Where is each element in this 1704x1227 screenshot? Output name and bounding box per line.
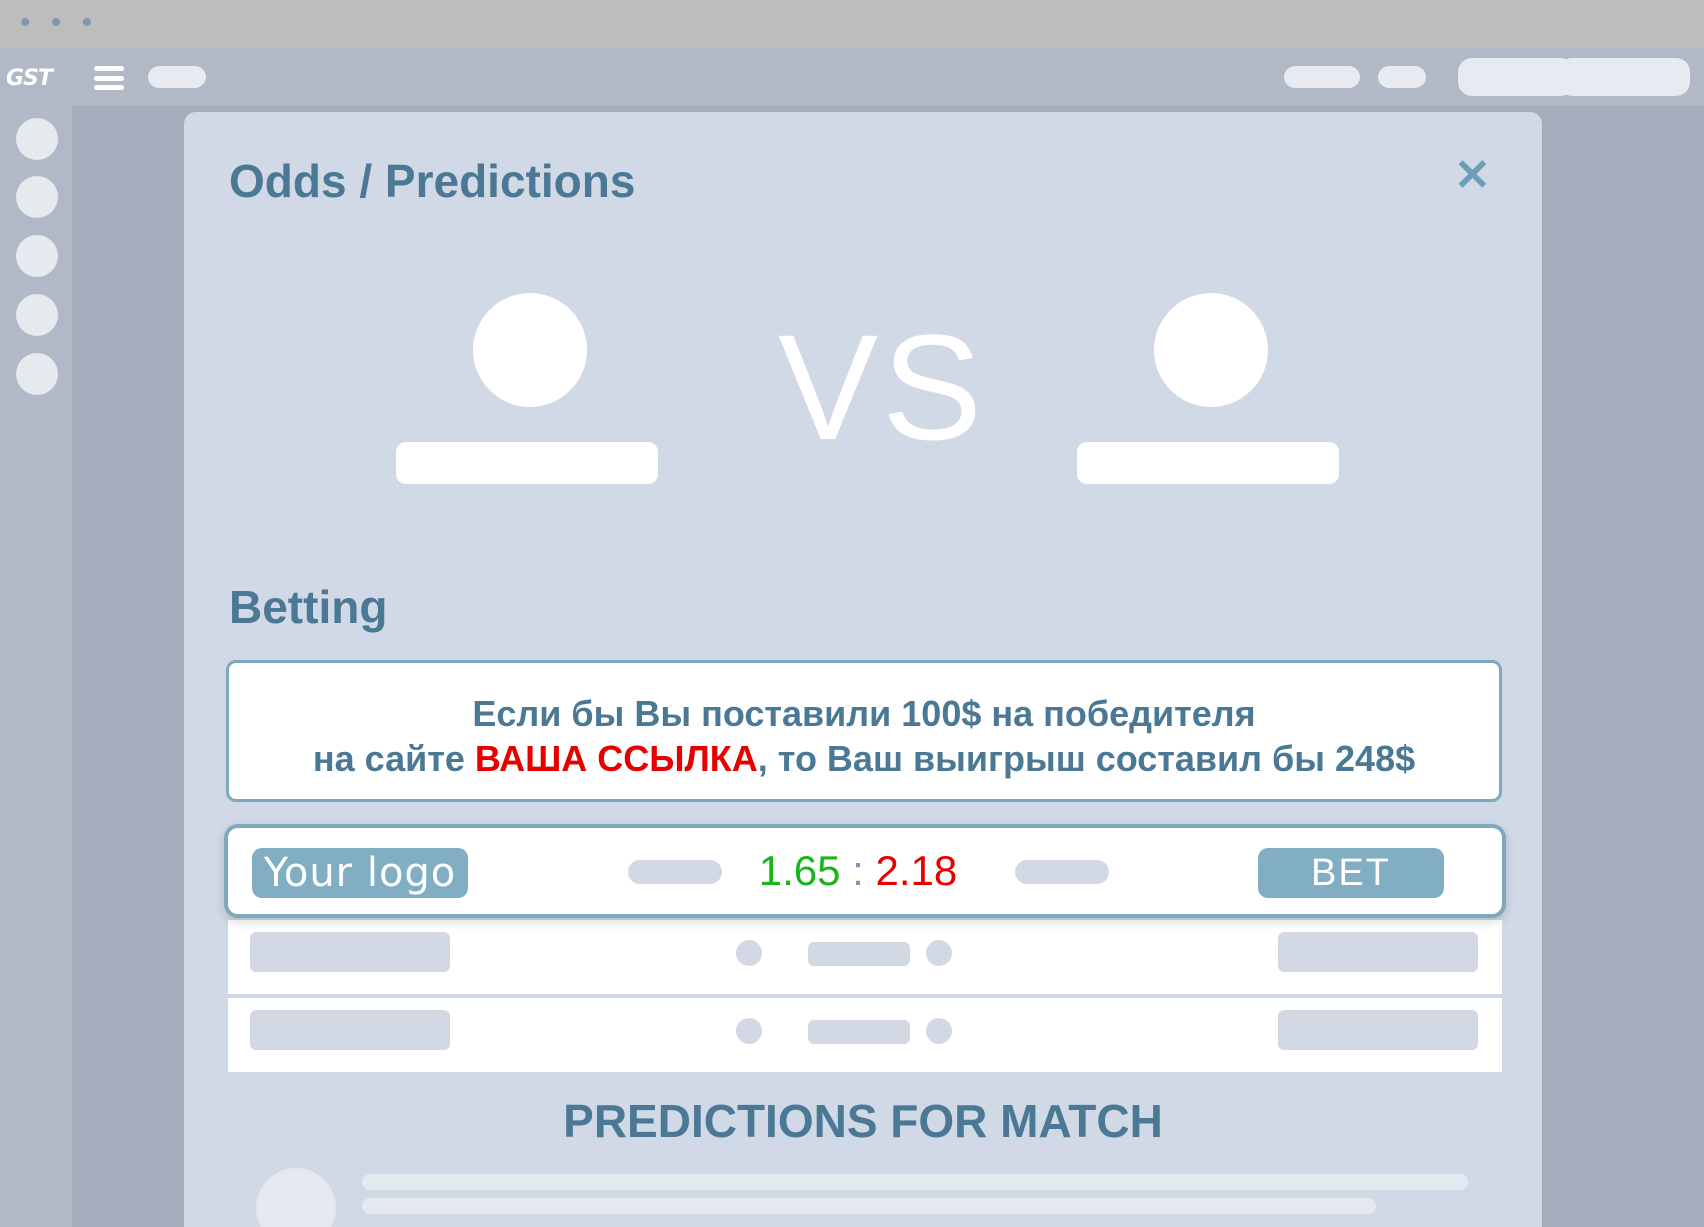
hamburger-icon[interactable] [94, 66, 124, 90]
predictions-title: PREDICTIONS FOR MATCH [563, 1095, 1163, 1147]
odds-placeholder [1015, 860, 1109, 884]
vs-label: VS [778, 303, 987, 471]
sidebar-item[interactable] [16, 176, 58, 218]
bookmaker-logo[interactable]: Your logo [252, 848, 468, 898]
close-icon[interactable]: ✕ [1454, 154, 1491, 198]
nav-button-placeholder[interactable] [1458, 58, 1574, 96]
team-home-name [396, 442, 658, 484]
row-placeholder [808, 942, 910, 966]
row-dot [926, 940, 952, 966]
prediction-text-placeholder [362, 1198, 1376, 1214]
odds-placeholder [628, 860, 722, 884]
nav-placeholder[interactable] [148, 66, 206, 88]
row-placeholder [808, 1020, 910, 1044]
odds-home: 1.65 [758, 847, 841, 894]
modal-title: Odds / Predictions [229, 155, 636, 207]
sidebar-item[interactable] [16, 353, 58, 395]
row-placeholder [250, 932, 450, 972]
nav-placeholder[interactable] [1378, 66, 1426, 88]
prediction-text-placeholder [362, 1174, 1468, 1190]
row-placeholder [1278, 932, 1478, 972]
odds-row-featured: Your logo 1.65 : 2.18 BET [224, 824, 1506, 918]
betting-info-box: Если бы Вы поставили 100$ на победителя … [226, 660, 1502, 802]
team-home-avatar [473, 293, 587, 407]
sidebar-item[interactable] [16, 235, 58, 277]
left-sidebar [0, 106, 72, 1227]
prediction-author-avatar [256, 1168, 336, 1227]
info-line-2: на сайте ВАША ССЫЛКА, то Ваш выигрыш сос… [229, 736, 1499, 781]
window-dots: • • • [20, 6, 99, 39]
top-navbar: GST [0, 48, 1704, 106]
odds-list-row[interactable] [228, 998, 1502, 1072]
bet-button[interactable]: BET [1258, 848, 1444, 898]
odds-away: 2.18 [875, 847, 958, 894]
row-dot [736, 940, 762, 966]
info-text: , то Ваш выигрыш составил бы 248$ [757, 738, 1416, 779]
sidebar-item[interactable] [16, 294, 58, 336]
row-dot [736, 1018, 762, 1044]
odds-predictions-modal: Odds / Predictions ✕ VS Betting Если бы … [184, 112, 1542, 1227]
row-placeholder [1278, 1010, 1478, 1050]
odds-list-row[interactable] [228, 920, 1502, 994]
row-dot [926, 1018, 952, 1044]
sidebar-item[interactable] [16, 118, 58, 160]
nav-button-placeholder[interactable] [1558, 58, 1690, 96]
team-away-name [1077, 442, 1339, 484]
odds-values: 1.65 : 2.18 [738, 846, 978, 896]
info-line-1: Если бы Вы поставили 100$ на победителя [472, 693, 1256, 734]
affiliate-link[interactable]: ВАША ССЫЛКА [475, 738, 758, 779]
betting-title: Betting [229, 581, 388, 633]
info-text: на сайте [312, 738, 475, 779]
window-titlebar: • • • [0, 0, 1704, 48]
site-logo[interactable]: GST [6, 66, 53, 91]
odds-separator: : [852, 847, 864, 894]
team-away-avatar [1154, 293, 1268, 407]
row-placeholder [250, 1010, 450, 1050]
nav-placeholder[interactable] [1284, 66, 1360, 88]
